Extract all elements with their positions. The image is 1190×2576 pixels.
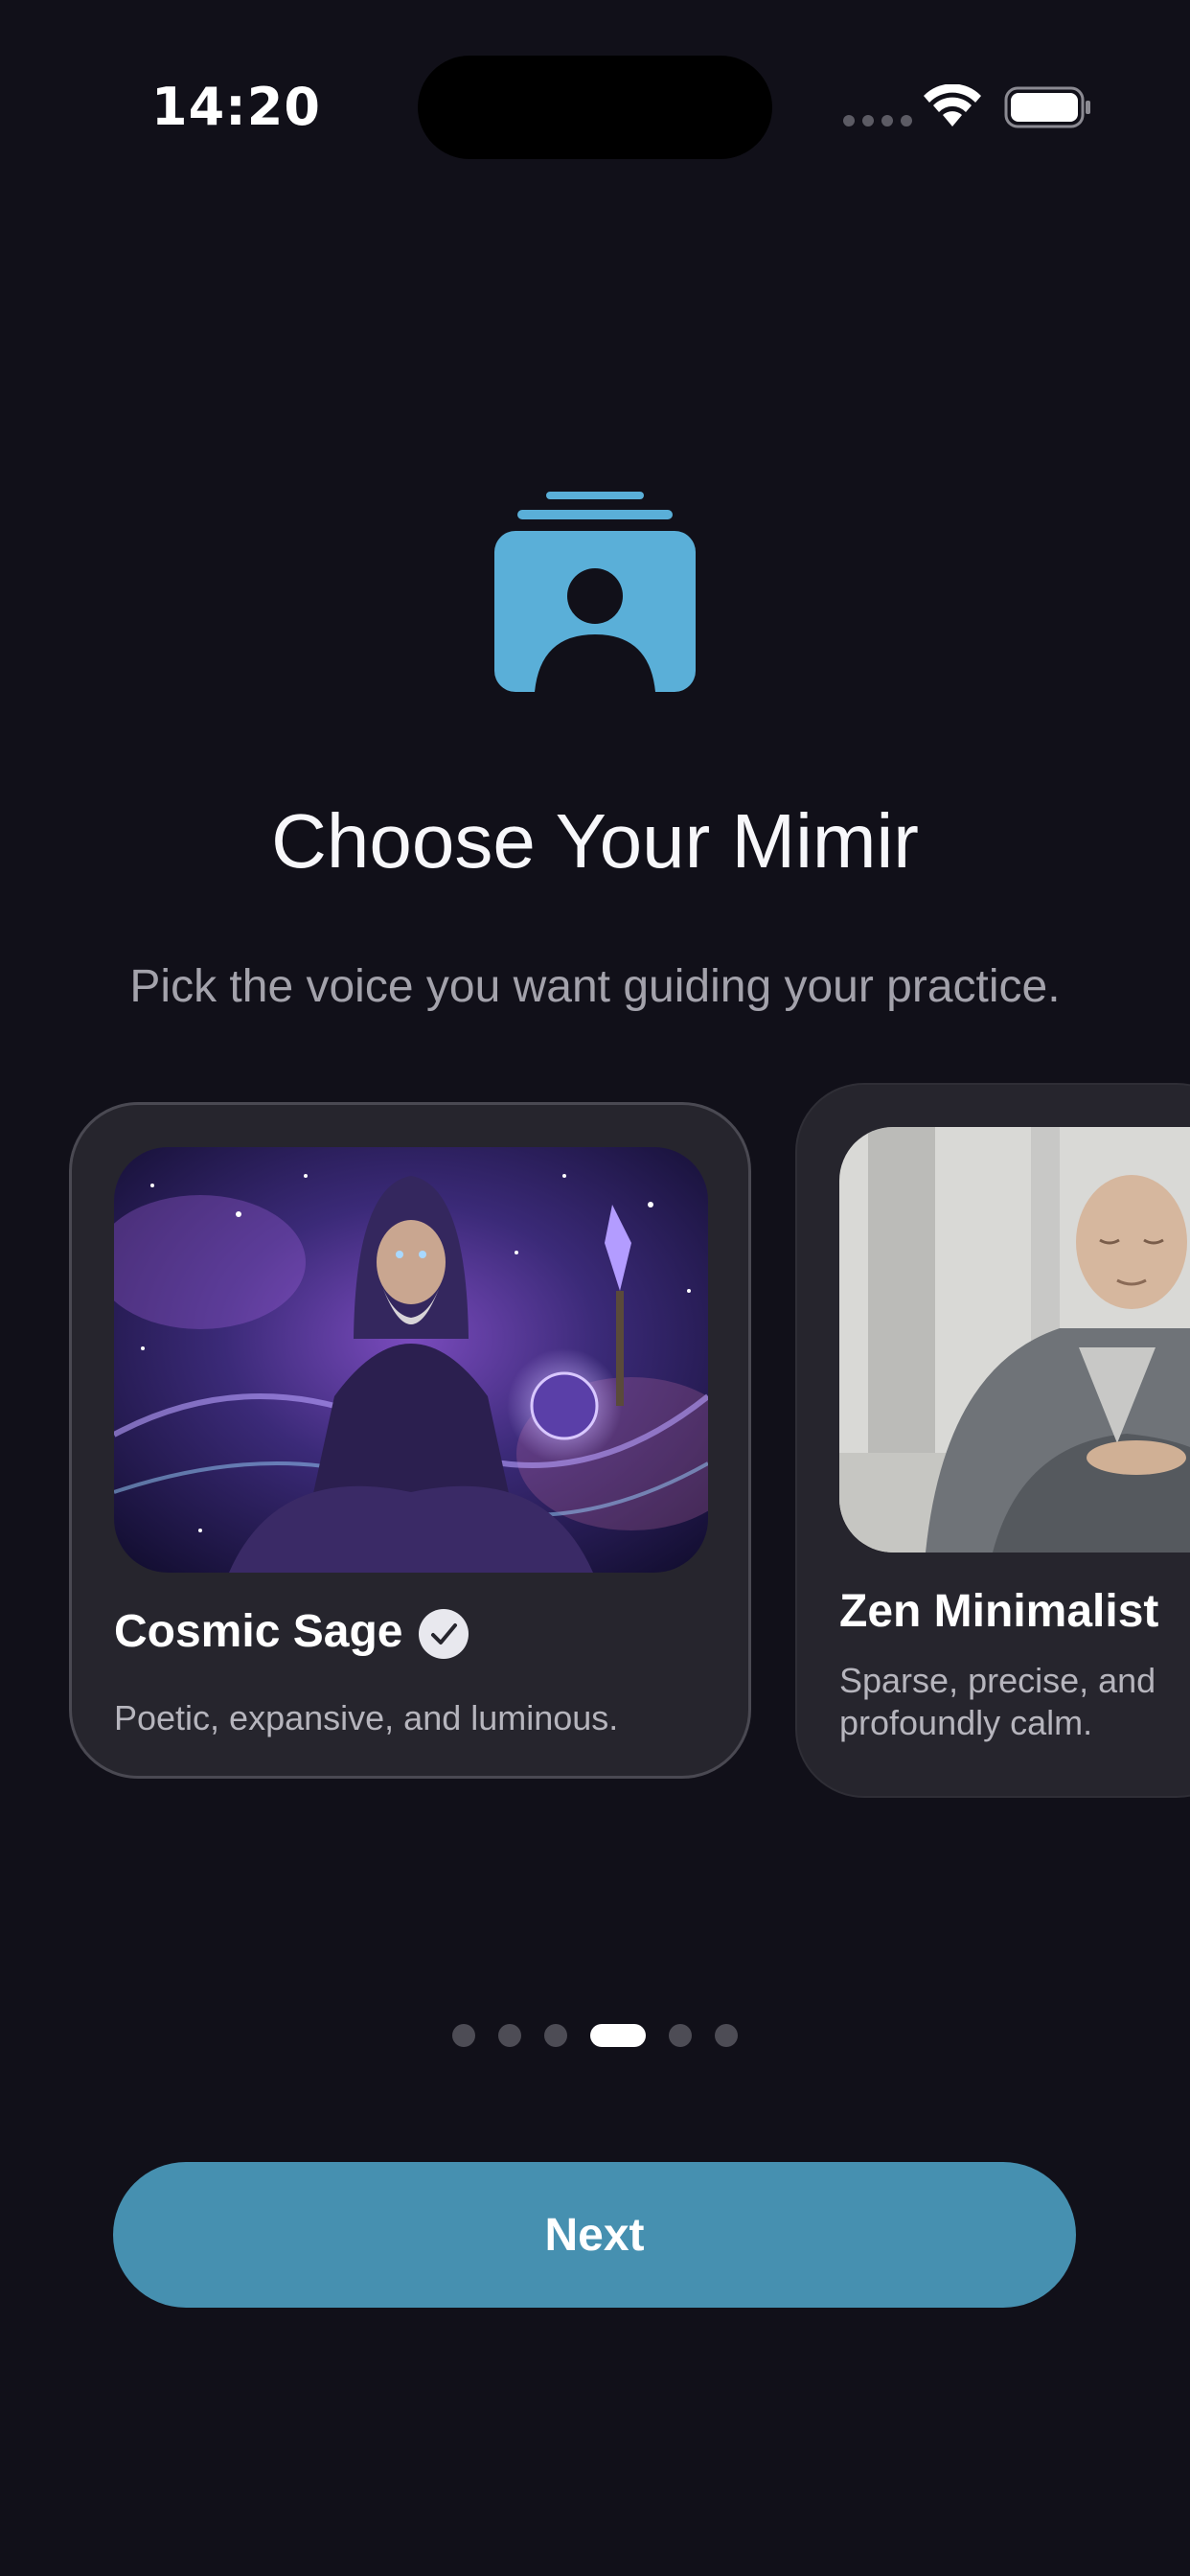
onboarding-screen: 14:20 Choose Your Mimir Pick the voice y… — [0, 0, 1190, 2576]
persona-name: Zen Minimalist — [839, 1586, 1159, 1637]
dynamic-island — [418, 56, 772, 159]
status-time: 14:20 — [151, 77, 321, 137]
cosmic-sage-image — [114, 1147, 708, 1573]
persona-name: Cosmic Sage — [114, 1606, 403, 1657]
persona-description: Poetic, expansive, and luminous. — [114, 1698, 619, 1737]
persona-description: Sparse, precise, and profoundly calm. — [839, 1661, 1156, 1742]
zen-minimalist-image — [839, 1127, 1190, 1552]
cellular-signal-icon — [843, 115, 912, 126]
page-dot[interactable] — [715, 2024, 738, 2047]
page-dot[interactable] — [544, 2024, 567, 2047]
person-cards-icon — [494, 492, 696, 692]
next-button[interactable]: Next — [113, 2162, 1076, 2308]
battery-icon — [1004, 86, 1090, 128]
page-indicator — [452, 2024, 738, 2047]
page-subtitle: Pick the voice you want guiding your pra… — [129, 961, 1061, 1012]
page-dot[interactable] — [498, 2024, 521, 2047]
page-title: Choose Your Mimir — [271, 798, 919, 884]
wifi-icon — [924, 84, 981, 126]
persona-card-zen-minimalist[interactable]: Zen Minimalist Sparse, precise, and prof… — [795, 1083, 1190, 1798]
persona-card-cosmic-sage[interactable]: Cosmic Sage Poetic, expansive, and lumin… — [69, 1102, 751, 1779]
page-dot[interactable] — [452, 2024, 475, 2047]
page-dot-active[interactable] — [590, 2024, 646, 2047]
page-dot[interactable] — [669, 2024, 692, 2047]
checkmark-circle-icon — [419, 1609, 469, 1659]
